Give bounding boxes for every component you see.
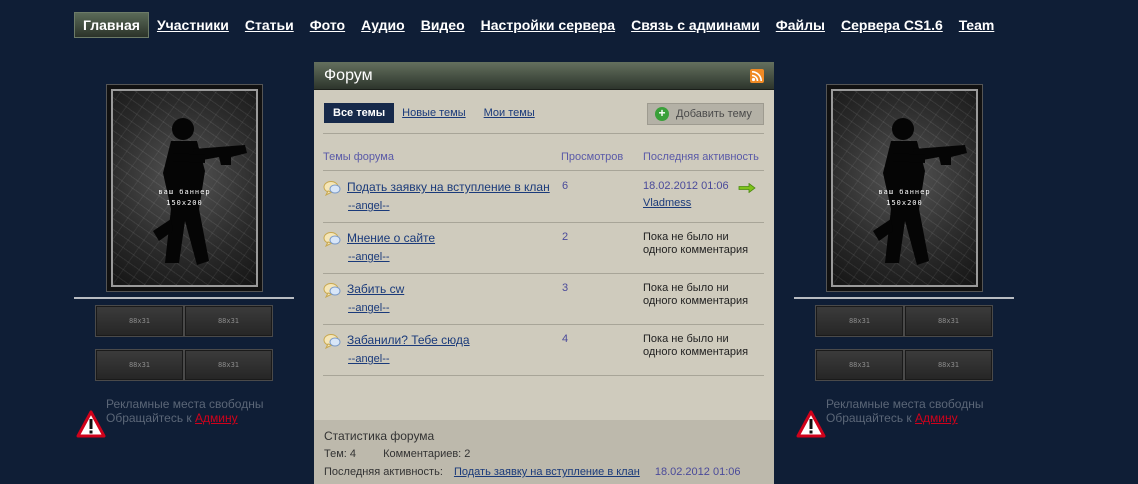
nav-server-settings[interactable]: Настройки сервера [481,17,615,33]
ad-contact-link[interactable]: Админу [915,411,958,425]
topic-link[interactable]: Подать заявку на вступление в клан [347,180,550,194]
topic-author-link[interactable]: --angel-- [348,200,390,212]
stats-counts: Тем: 4 Комментариев: 2 [324,448,471,460]
topic-views: 2 [562,231,569,243]
nav-contact-admins[interactable]: Связь с админами [631,17,760,33]
topic-author-link[interactable]: --angel-- [348,251,390,263]
rss-icon[interactable] [750,69,764,83]
topic-link[interactable]: Мнение о сайте [347,231,435,245]
plus-icon: + [655,107,669,121]
nav-audio[interactable]: Аудио [361,17,405,33]
ad-contact-link[interactable]: Админу [195,411,238,425]
column-header-views: Просмотров [561,151,624,163]
topic-last-activity: Пока не было ни одного комментария [643,333,749,358]
table-row: Забить cw --angel-- 3 Пока не было ни од… [323,273,764,324]
topic-link[interactable]: Забить cw [347,282,404,296]
topic-bubble-icon [323,232,341,247]
mini-banner-slot[interactable]: 88x31 [184,349,273,381]
banner-caption: ваш баннер 150x200 [158,188,211,207]
arrow-right-icon[interactable] [738,183,756,193]
stats-heading: Статистика форума [324,429,435,443]
topic-views: 4 [562,333,569,345]
main-nav: Главная Участники Статьи Фото Аудио Виде… [74,11,1010,39]
tab-all-topics[interactable]: Все темы [324,103,395,123]
forum-stats: Статистика форума Тем: 4 Комментариев: 2… [314,420,774,484]
nav-files[interactable]: Файлы [776,17,825,33]
nav-video[interactable]: Видео [421,17,465,33]
forum-header: Форум [314,62,774,90]
topic-author-link[interactable]: --angel-- [348,353,390,365]
banner-caption: ваш баннер 150x200 [878,188,931,207]
column-header-last-activity: Последняя активность [643,151,759,163]
ad-notice: Рекламные места свободны Обращайтесь к А… [826,397,984,425]
ad-notice: Рекламные места свободны Обращайтесь к А… [106,397,264,425]
table-row: Забанили? Тебе сюда --angel-- 4 Пока не … [323,324,764,375]
nav-articles[interactable]: Статьи [245,17,294,33]
topic-views: 6 [562,180,569,192]
banner-slot[interactable]: ваш баннер 150x200 [106,84,263,292]
mini-banner-slot[interactable]: 88x31 [815,349,904,381]
forum-title: Форум [324,67,373,84]
banner-image: ваш баннер 150x200 [831,89,978,287]
forum-panel: Форум Все темы Новые темы Мои темы + Доб… [314,62,774,484]
banner-slot[interactable]: ваш баннер 150x200 [826,84,983,292]
mini-banner-slot[interactable]: 88x31 [184,305,273,337]
forum-tabs: Все темы Новые темы Мои темы [324,103,553,123]
divider [323,375,764,376]
mini-banner-slot[interactable]: 88x31 [95,305,184,337]
column-header-topics: Темы форума [323,151,394,163]
stats-last-topic-link[interactable]: Подать заявку на вступление в клан [454,466,640,478]
warning-icon [76,410,106,442]
stats-last-activity: Последняя активность: Подать заявку на в… [324,466,741,478]
warning-icon [796,410,826,442]
mini-banner-slot[interactable]: 88x31 [95,349,184,381]
nav-members[interactable]: Участники [157,17,229,33]
last-user-link[interactable]: Vladmess [643,197,691,210]
topic-link[interactable]: Забанили? Тебе сюда [347,333,470,347]
nav-photo[interactable]: Фото [310,17,345,33]
nav-team[interactable]: Team [959,17,995,33]
mini-banner-slot[interactable]: 88x31 [904,305,993,337]
table-row: Мнение о сайте --angel-- 2 Пока не было … [323,222,764,273]
add-topic-button[interactable]: + Добавить тему [647,103,764,125]
tab-my-topics[interactable]: Мои темы [484,107,535,119]
tab-new-topics[interactable]: Новые темы [402,107,466,119]
divider [323,133,764,134]
topic-bubble-icon [323,334,341,349]
nav-servers[interactable]: Сервера CS1.6 [841,17,943,33]
topic-bubble-icon [323,283,341,298]
topic-last-activity: Пока не было ни одного комментария [643,282,749,307]
sidebar-divider [794,297,1014,299]
topic-author-link[interactable]: --angel-- [348,302,390,314]
mini-banner-slot[interactable]: 88x31 [904,349,993,381]
nav-home[interactable]: Главная [74,12,149,38]
topic-last-activity: Пока не было ни одного комментария [643,231,749,256]
mini-banner-slot[interactable]: 88x31 [815,305,904,337]
topic-views: 3 [562,282,569,294]
sidebar-divider [74,297,294,299]
banner-image: ваш баннер 150x200 [111,89,258,287]
topic-bubble-icon [323,181,341,196]
table-row: Подать заявку на вступление в клан --ang… [323,171,764,222]
